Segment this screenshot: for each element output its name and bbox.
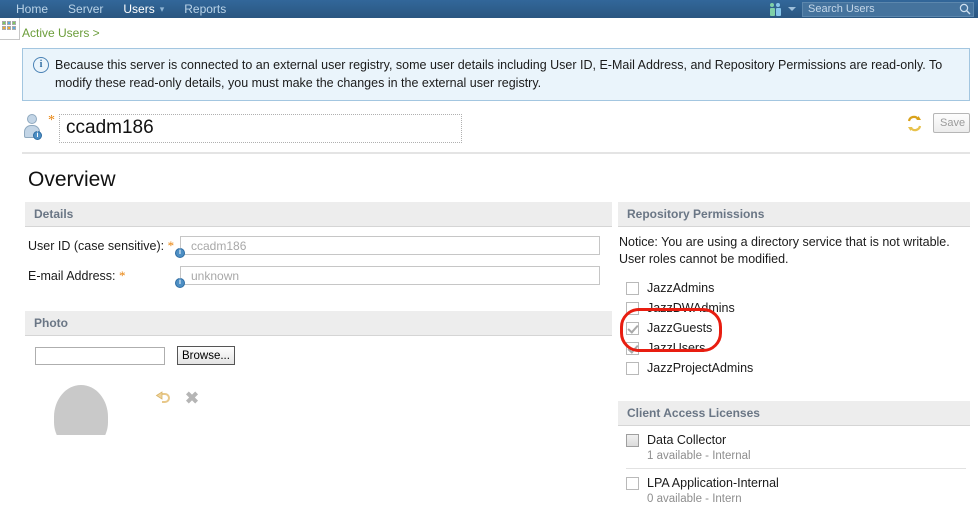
avatar-placeholder-image <box>35 371 130 435</box>
user-title-row: i * Save <box>22 113 970 154</box>
client-access-licenses-panel: Client Access Licenses Data Collector 1 … <box>618 401 970 511</box>
permission-label-jazzadmins: JazzAdmins <box>647 281 715 295</box>
photo-path-input[interactable] <box>35 346 165 365</box>
repository-permissions-list: JazzAdmins JazzDWAdmins JazzGuests JazzU… <box>618 278 970 378</box>
search-input[interactable] <box>808 3 959 15</box>
repository-permissions-header: Repository Permissions <box>618 202 970 227</box>
checkbox-jazzusers[interactable] <box>626 341 639 355</box>
browse-button[interactable]: Browse... <box>177 346 235 365</box>
license-top-data-collector: Data Collector <box>626 433 970 447</box>
license-name-lpa-application-internal: LPA Application-Internal <box>647 476 779 490</box>
details-panel-header: Details <box>25 202 612 227</box>
readonly-info-banner: i Because this server is connected to an… <box>22 48 970 101</box>
permission-label-jazzusers: JazzUsers <box>647 341 706 355</box>
left-column: Details User ID (case sensitive): * i E-… <box>25 202 612 446</box>
repository-permissions-notice: Notice: You are using a directory servic… <box>619 235 950 266</box>
email-required-asterisk: * <box>119 267 126 283</box>
breadcrumb-link-active-users[interactable]: Active Users > <box>22 26 100 40</box>
remove-close-icon[interactable] <box>185 391 198 404</box>
info-icon: i <box>33 57 49 73</box>
user-id-info-icon: i <box>175 248 185 258</box>
checkbox-jazzdwadmins[interactable] <box>626 301 639 315</box>
nav-item-home[interactable]: Home <box>6 0 58 18</box>
people-icon <box>770 2 784 16</box>
nav-item-server-label: Server <box>68 2 104 16</box>
permission-item-jazzdwadmins[interactable]: JazzDWAdmins <box>618 298 970 318</box>
top-navigation-bar: Home Server Users ▾ Reports <box>0 0 978 18</box>
license-item-lpa-application-internal[interactable]: LPA Application-Internal 0 available - I… <box>618 469 970 511</box>
search-box[interactable] <box>802 1 974 17</box>
permission-item-jazzprojectadmins[interactable]: JazzProjectAdmins <box>618 358 970 378</box>
checkbox-jazzprojectadmins[interactable] <box>626 361 639 375</box>
permission-item-jazzguests[interactable]: JazzGuests <box>618 318 970 338</box>
user-id-required-asterisk: * <box>167 237 175 253</box>
permission-label-jazzprojectadmins: JazzProjectAdmins <box>647 361 754 375</box>
email-field-wrap: i <box>175 266 600 288</box>
license-availability-lpa-application-internal: 0 available - Intern <box>647 493 742 505</box>
form-row-email: E-mail Address: * i <box>25 266 612 288</box>
email-label: E-mail Address: * <box>25 268 180 284</box>
repository-permissions-panel: Repository Permissions Notice: You are u… <box>618 202 970 378</box>
email-label-text: E-mail Address: <box>28 268 116 283</box>
app-launcher-grid-icon[interactable] <box>0 18 20 40</box>
nav-item-home-label: Home <box>16 2 49 16</box>
checkbox-data-collector[interactable] <box>626 433 639 447</box>
permission-item-jazzadmins[interactable]: JazzAdmins <box>618 278 970 298</box>
repository-permissions-body: Notice: You are using a directory servic… <box>618 227 970 378</box>
photo-panel-body: Browse... <box>25 336 612 435</box>
right-column: Repository Permissions Notice: You are u… <box>618 202 970 522</box>
client-access-licenses-body: Data Collector 1 available - Internal LP… <box>618 426 970 511</box>
top-bar-right-group <box>770 0 974 18</box>
user-id-field-wrap: i <box>175 236 600 258</box>
save-button[interactable]: Save <box>933 113 970 133</box>
client-access-licenses-header: Client Access Licenses <box>618 401 970 426</box>
permission-label-jazzdwadmins: JazzDWAdmins <box>647 301 735 315</box>
breadcrumb: Active Users > <box>0 18 978 46</box>
photo-upload-row: Browse... <box>25 336 612 365</box>
user-name-input[interactable] <box>59 113 462 143</box>
required-asterisk: * <box>48 113 55 128</box>
user-id-label-text: User ID (case sensitive): <box>28 238 165 253</box>
undo-icon[interactable] <box>155 390 171 405</box>
nav-item-users[interactable]: Users ▾ <box>113 0 174 19</box>
nav-items: Home Server Users ▾ Reports <box>0 0 236 19</box>
photo-panel-header: Photo <box>25 311 612 336</box>
readonly-info-banner-text: Because this server is connected to an e… <box>55 58 943 90</box>
user-avatar-icon: i <box>22 113 44 143</box>
page-title: Overview <box>28 168 116 191</box>
license-availability-data-collector: 1 available - Internal <box>647 450 751 462</box>
title-actions: Save <box>906 113 970 133</box>
email-info-icon: i <box>175 278 185 288</box>
search-scope-chevron-down-icon[interactable] <box>788 7 796 11</box>
user-id-input[interactable] <box>180 236 600 255</box>
license-item-data-collector[interactable]: Data Collector 1 available - Internal <box>618 426 970 468</box>
user-info-badge-icon: i <box>33 131 42 140</box>
form-row-user-id: User ID (case sensitive): * i <box>25 236 612 258</box>
user-id-label: User ID (case sensitive): * <box>25 238 180 254</box>
overview-columns: Details User ID (case sensitive): * i E-… <box>25 202 970 522</box>
nav-item-reports-label: Reports <box>184 2 227 16</box>
permission-label-jazzguests: JazzGuests <box>647 321 713 335</box>
chevron-down-icon: ▾ <box>159 3 165 14</box>
photo-action-icons <box>155 390 198 405</box>
nav-item-users-label: Users <box>123 1 155 16</box>
checkbox-jazzguests[interactable] <box>626 321 639 335</box>
search-icon[interactable] <box>959 3 971 15</box>
checkbox-jazzadmins[interactable] <box>626 281 639 295</box>
license-top-lpa-application-internal: LPA Application-Internal <box>626 476 970 490</box>
license-name-data-collector: Data Collector <box>647 433 727 447</box>
photo-panel: Photo Browse... <box>25 311 612 435</box>
details-panel: Details User ID (case sensitive): * i E-… <box>25 202 612 288</box>
details-panel-body: User ID (case sensitive): * i E-mail Add… <box>25 227 612 288</box>
checkbox-lpa-application-internal[interactable] <box>626 476 639 490</box>
nav-item-reports[interactable]: Reports <box>174 0 236 18</box>
photo-preview-row <box>25 365 612 435</box>
email-input[interactable] <box>180 266 600 285</box>
refresh-sync-icon[interactable] <box>906 115 923 132</box>
nav-item-server[interactable]: Server <box>58 0 113 18</box>
permission-item-jazzusers[interactable]: JazzUsers <box>618 338 970 358</box>
